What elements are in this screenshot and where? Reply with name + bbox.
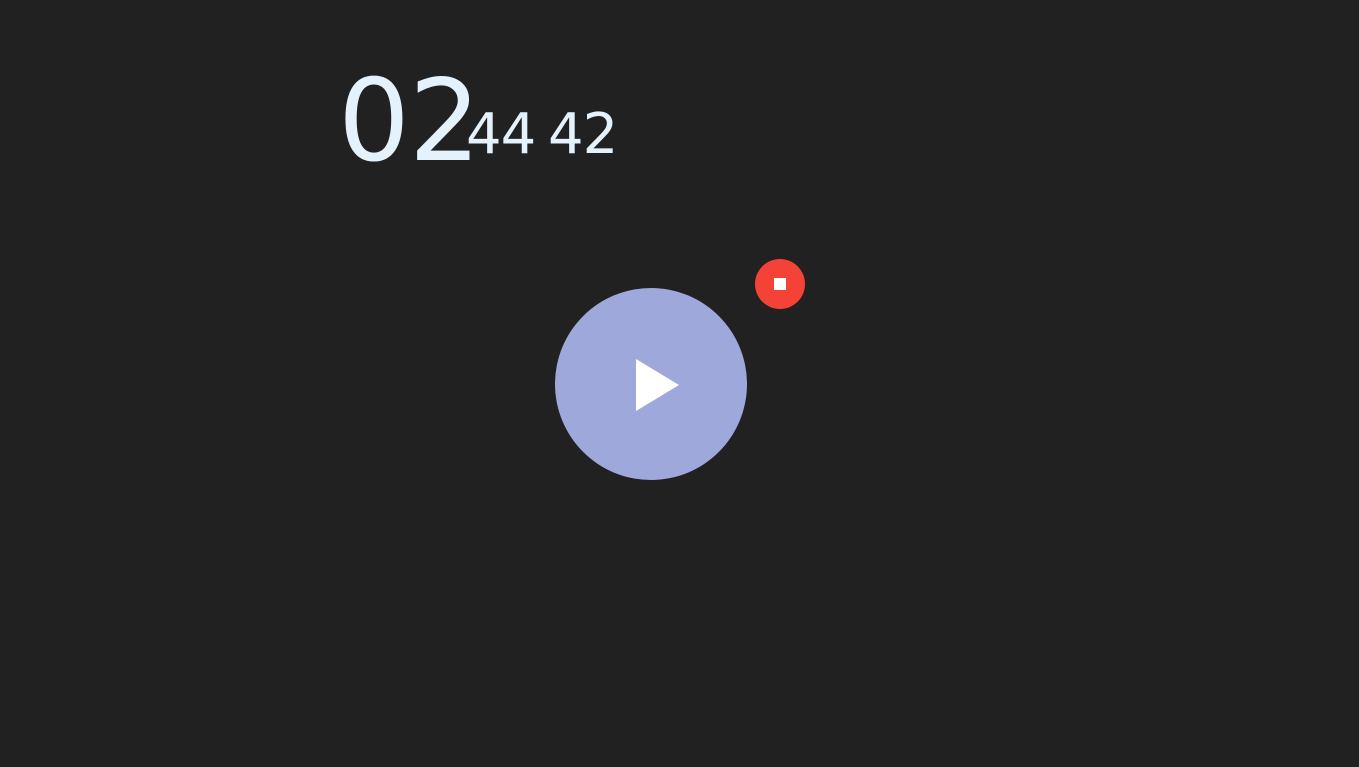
timer-seconds: 42 <box>548 102 618 167</box>
timer-hours: 02 <box>338 55 481 187</box>
stop-button[interactable] <box>755 259 805 309</box>
stop-icon <box>774 278 786 290</box>
play-button[interactable] <box>555 288 747 480</box>
play-icon <box>636 359 679 411</box>
timer-minutes: 44 <box>466 102 536 167</box>
